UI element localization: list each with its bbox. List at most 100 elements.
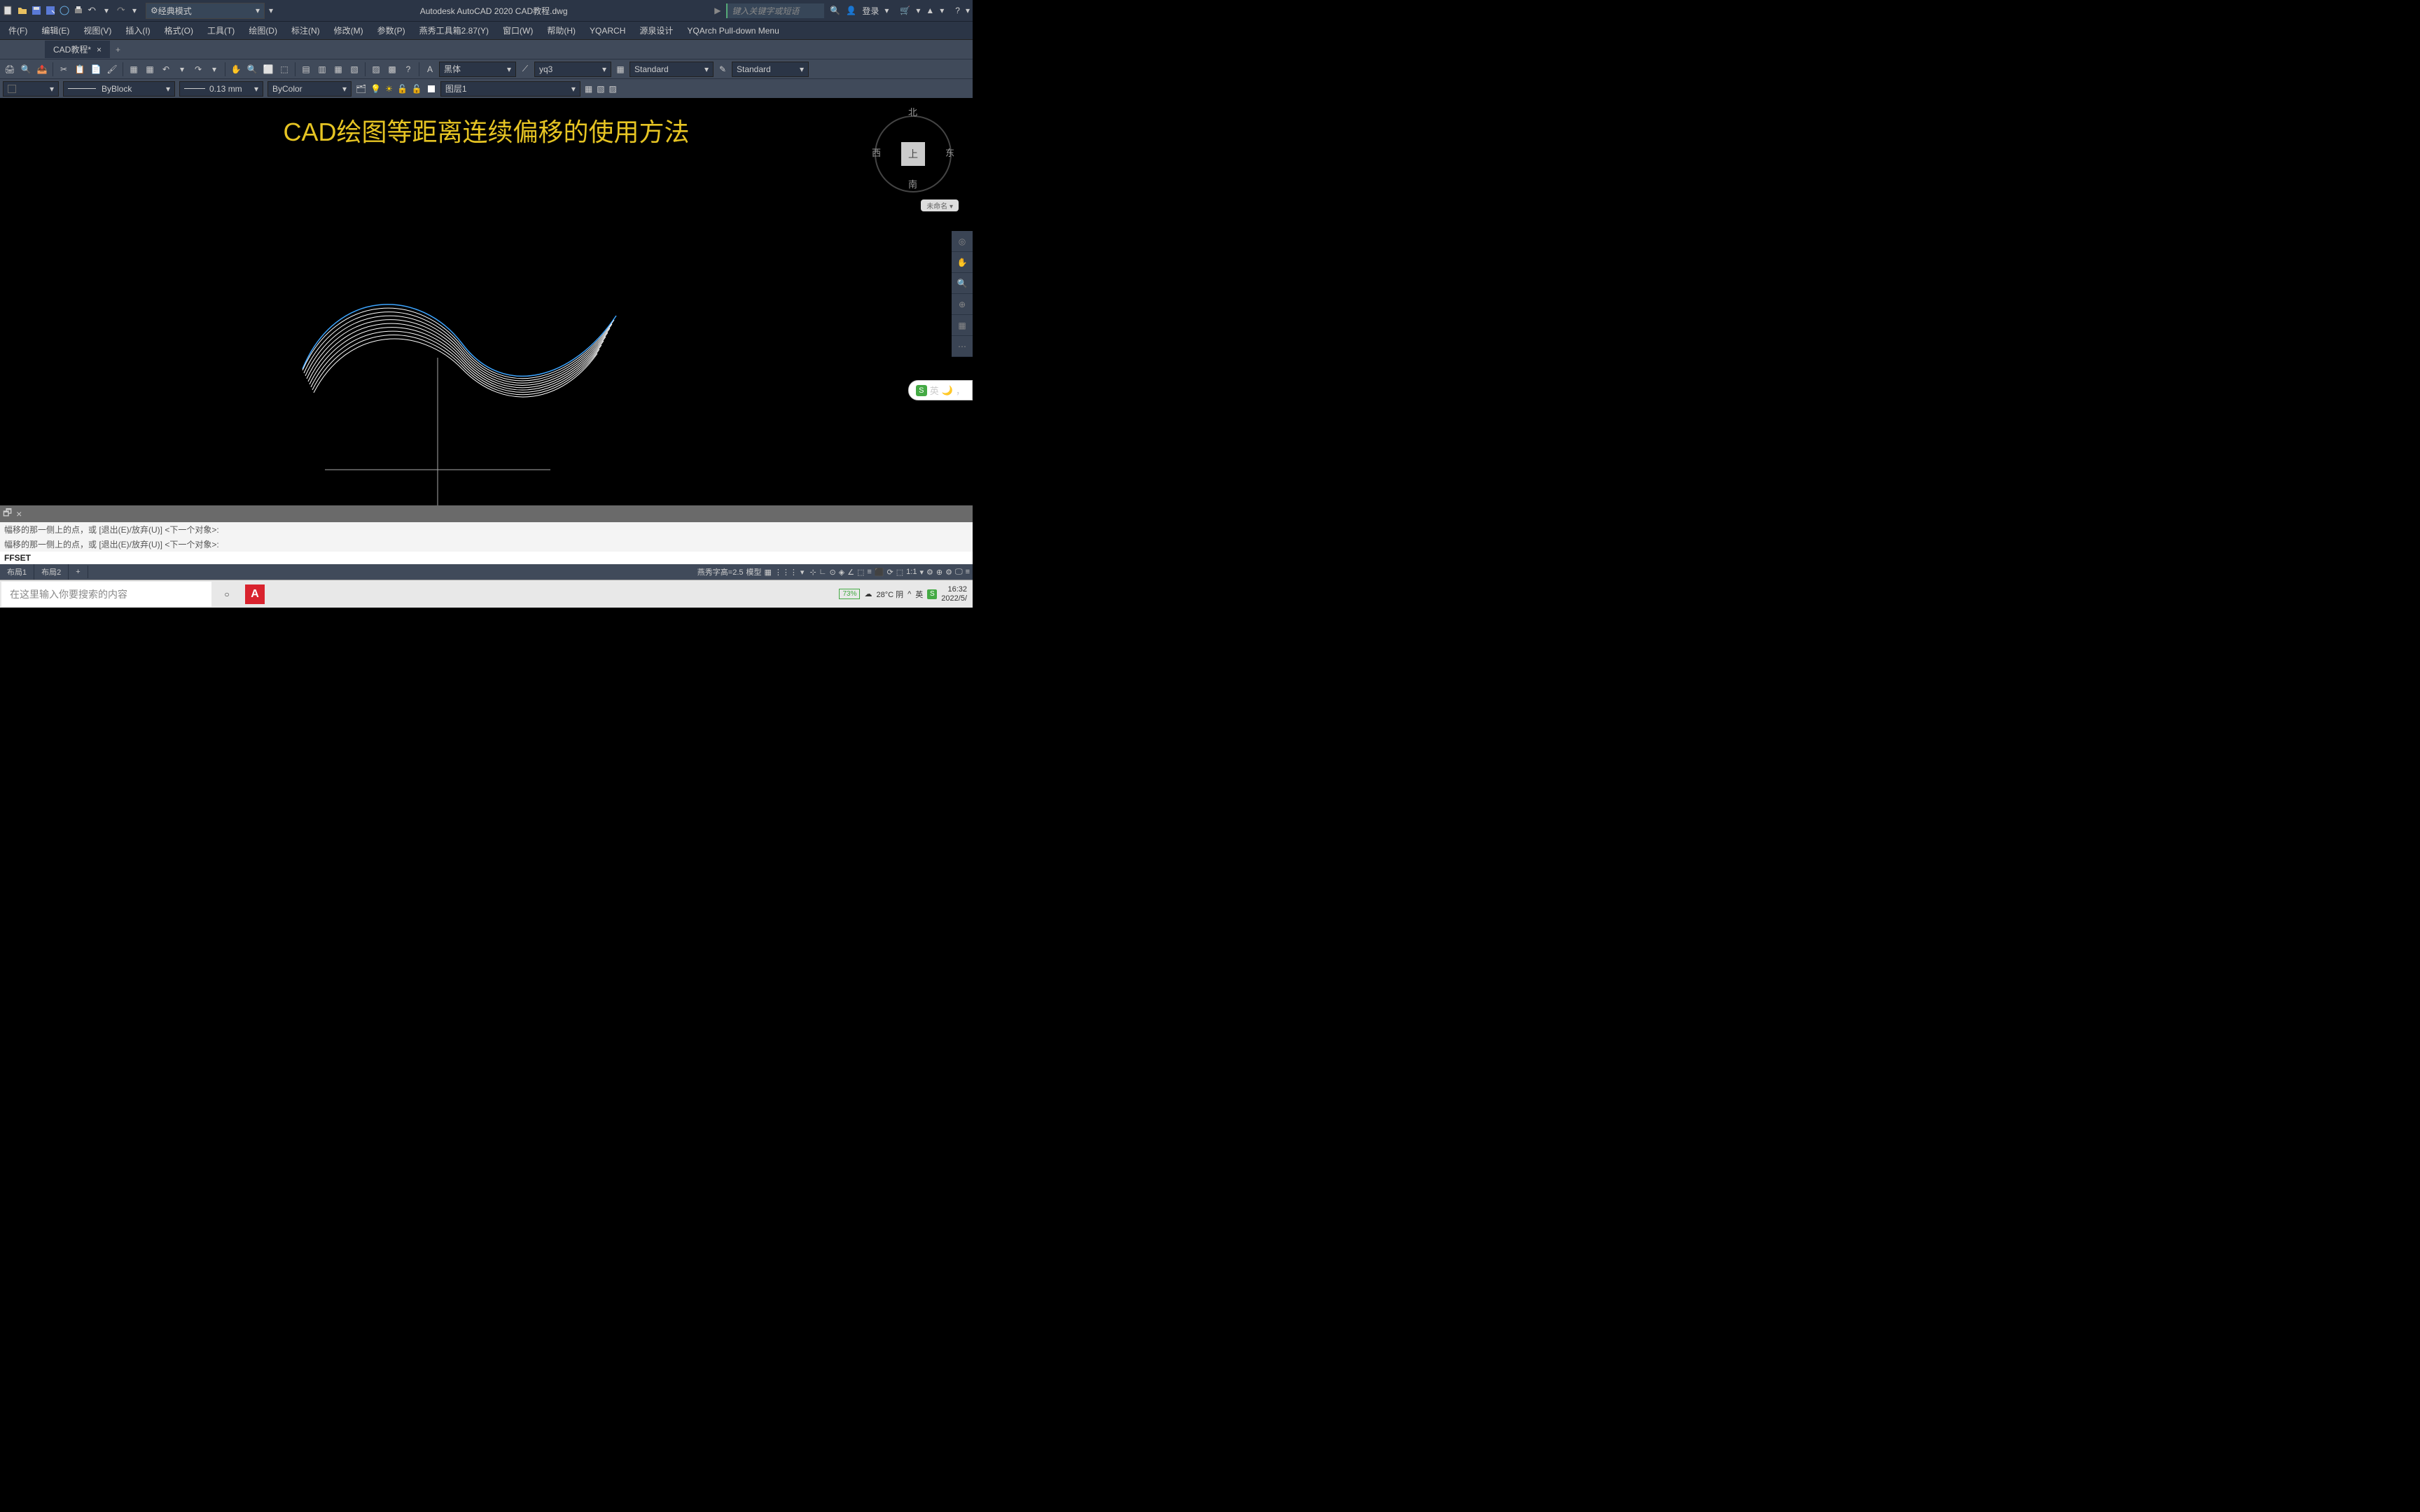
plot-icon[interactable]: 🔓 (412, 84, 422, 94)
drawing-area[interactable]: CAD绘图等距离连续偏移的使用方法 上 北 西 东 南 未命名 ▾ ◎ ✋ (0, 98, 973, 505)
menu-view[interactable]: 视图(V) (78, 22, 117, 38)
layout-tab[interactable]: 布局1 (0, 564, 34, 580)
textstyle-selector[interactable]: yq3▾ (534, 62, 611, 77)
ortho-icon[interactable]: ∟ (819, 568, 827, 576)
snap-icon[interactable]: ⊹ (809, 568, 816, 577)
windows-search-input[interactable]: 在这里输入你要搜索的内容 (1, 582, 211, 607)
menu-insert[interactable]: 插入(I) (120, 22, 155, 38)
chevron-down-icon[interactable]: ▾ (800, 568, 805, 577)
linetype-selector[interactable]: ByBlock▾ (63, 81, 175, 97)
autocad-taskbar-icon[interactable]: A (241, 580, 269, 608)
add-layout-button[interactable]: + (69, 566, 88, 578)
menu-dimension[interactable]: 标注(N) (286, 22, 326, 38)
gear-icon[interactable]: ⚙ (926, 568, 933, 577)
menu-tools[interactable]: 工具(T) (202, 22, 240, 38)
publish-icon[interactable]: 📤 (35, 62, 49, 76)
tool-icon[interactable]: ▦ (331, 62, 345, 76)
save-icon[interactable] (31, 5, 42, 16)
sogou-tray-icon[interactable]: S (927, 589, 937, 599)
weather-label[interactable]: 28°C 阴 (876, 589, 903, 600)
dimstyle-selector[interactable]: Standard▾ (630, 62, 714, 77)
undo-icon[interactable] (87, 5, 98, 16)
cycling-icon[interactable]: ⟳ (887, 568, 893, 577)
block-icon[interactable]: ▦ (127, 62, 141, 76)
orbit-icon[interactable]: ⊕ (952, 294, 973, 315)
3dosnap-icon[interactable]: ⬚ (896, 568, 903, 577)
props-icon[interactable]: ▤ (299, 62, 313, 76)
customize-icon[interactable]: ≡ (966, 568, 970, 576)
add-tab-button[interactable]: + (110, 42, 126, 57)
transparency-icon[interactable]: ⬛ (875, 568, 884, 577)
lineweight-selector[interactable]: 0.13 mm▾ (179, 81, 263, 97)
dropdown-icon[interactable]: ▾ (101, 5, 112, 16)
menu-help[interactable]: 帮助(H) (541, 22, 581, 38)
document-tab[interactable]: CAD教程* × (45, 41, 110, 58)
weather-icon[interactable]: ☁ (864, 589, 872, 598)
osnap-icon[interactable]: ∠ (847, 568, 854, 577)
tablestyle-selector[interactable]: Standard▾ (732, 62, 809, 77)
viewcube-north[interactable]: 北 (908, 105, 917, 118)
pan-icon[interactable]: ✋ (952, 252, 973, 273)
match-icon[interactable]: 🖌 (105, 62, 119, 76)
battery-indicator[interactable]: 73% (839, 589, 860, 599)
chevron-down-icon[interactable]: ▾ (919, 568, 924, 577)
redo-icon[interactable] (115, 5, 126, 16)
ime-indicator[interactable]: S 英 🌙 ， (908, 380, 973, 400)
restore-icon[interactable]: 🗗 (3, 505, 12, 522)
iso-icon[interactable]: ◈ (839, 568, 844, 577)
login-label[interactable]: 登录 (862, 5, 879, 17)
undo-icon[interactable]: ↶ (159, 62, 173, 76)
cut-icon[interactable]: ✂ (57, 62, 71, 76)
menu-window[interactable]: 窗口(W) (497, 22, 538, 38)
sheet-icon[interactable]: ▥ (315, 62, 329, 76)
command-input[interactable]: FFSET (0, 552, 973, 564)
layer-tool-icon[interactable]: ▦ (585, 84, 592, 94)
monitor-icon[interactable]: 🖵 (955, 568, 963, 577)
cart-icon[interactable]: 🛒 (900, 6, 910, 15)
preview-icon[interactable]: 🔍 (19, 62, 33, 76)
layout-tab[interactable]: 布局2 (34, 564, 69, 580)
font-selector[interactable]: 黑体▾ (439, 62, 516, 77)
copy-icon[interactable]: 📋 (73, 62, 87, 76)
plotstyle-selector[interactable]: ByColor▾ (267, 81, 352, 97)
layer-selector[interactable]: 图层1▾ (440, 81, 580, 97)
workspace-selector[interactable]: ⚙ 经典模式 ▾ (146, 3, 265, 19)
viewcube-west[interactable]: 西 (872, 146, 881, 159)
tray-lang[interactable]: 英 (915, 589, 923, 600)
tray-date[interactable]: 2022/5/ (941, 594, 967, 603)
help-search-input[interactable]: 键入关键字或短语 (726, 4, 824, 18)
qselect-icon[interactable]: ▩ (385, 62, 399, 76)
print-icon[interactable]: 🖨 (3, 62, 17, 76)
menu-yanxiu[interactable]: 燕秀工具箱2.87(Y) (414, 22, 494, 38)
web-icon[interactable] (59, 5, 70, 16)
textstyle-icon[interactable]: A (423, 62, 437, 76)
unnamed-view-badge[interactable]: 未命名 ▾ (921, 200, 959, 211)
viewcube-east[interactable]: 东 (945, 146, 954, 159)
print-icon[interactable] (73, 5, 84, 16)
calc-icon[interactable]: ▧ (347, 62, 361, 76)
annotation-icon[interactable]: ⊕ (936, 568, 943, 577)
new-icon[interactable] (3, 5, 14, 16)
open-icon[interactable] (17, 5, 28, 16)
arrow-right-icon[interactable]: ▶ (714, 6, 721, 15)
menu-file[interactable]: 件(F) (3, 22, 33, 38)
markup-icon[interactable]: ▨ (369, 62, 383, 76)
menu-edit[interactable]: 编辑(E) (36, 22, 75, 38)
paste-icon[interactable]: 📄 (89, 62, 103, 76)
saveas-icon[interactable] (45, 5, 56, 16)
dropdown-icon[interactable]: ▾ (129, 5, 140, 16)
menu-yuanquan[interactable]: 源泉设计 (634, 22, 679, 38)
view-cube[interactable]: 上 北 西 东 南 (875, 105, 952, 182)
dropdown-icon[interactable]: ▾ (207, 62, 221, 76)
model-button[interactable]: 模型 (746, 566, 762, 578)
layer-tool2-icon[interactable]: ▧ (597, 84, 604, 94)
layer-manager-icon[interactable]: 🗂 (356, 84, 366, 94)
viewcube-south[interactable]: 南 (908, 177, 917, 190)
close-icon[interactable]: × (97, 45, 102, 55)
zoomwin-icon[interactable]: ⬜ (261, 62, 275, 76)
help-icon[interactable]: ? (401, 62, 415, 76)
menu-yqpull[interactable]: YQArch Pull-down Menu (681, 24, 784, 38)
zoom-extents-icon[interactable]: 🔍 (952, 273, 973, 294)
pan-icon[interactable]: ✋ (229, 62, 243, 76)
lineweight-icon[interactable]: ≡ (867, 568, 871, 576)
